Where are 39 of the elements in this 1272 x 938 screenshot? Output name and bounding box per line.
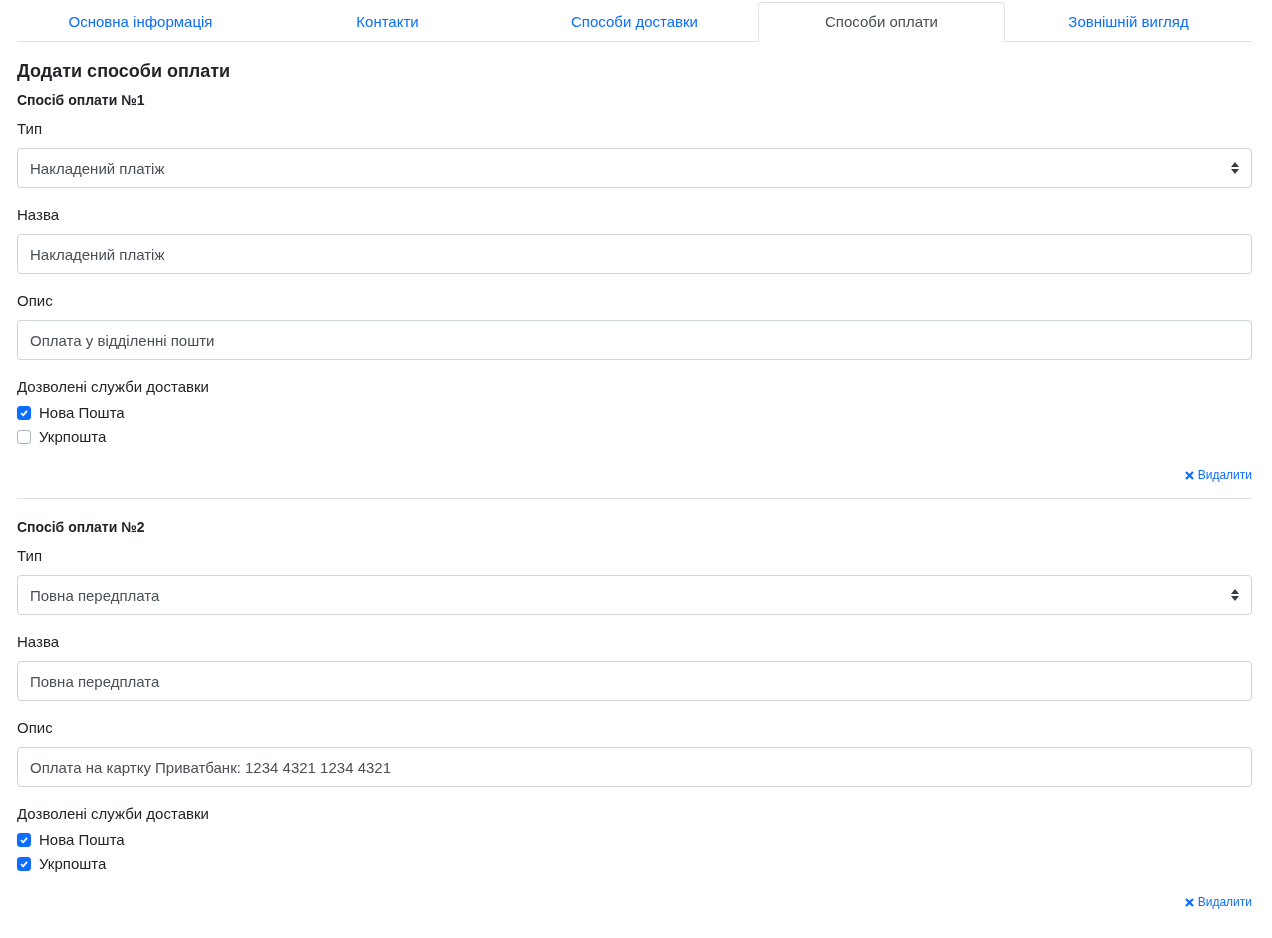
checkbox[interactable] <box>17 430 31 444</box>
method-title: Спосіб оплати №2 <box>17 518 146 537</box>
name-input[interactable]: Накладений платіж <box>17 234 1252 274</box>
field-label: Тип <box>17 119 43 139</box>
checkbox-label: Укрпошта <box>39 855 107 873</box>
checkbox[interactable] <box>17 406 31 420</box>
field-label: Дозволені служби доставки <box>17 377 210 397</box>
tab[interactable]: Контакти <box>264 2 511 42</box>
tab[interactable]: Зовнішній вигляд <box>1005 2 1252 42</box>
checkbox[interactable] <box>17 833 31 847</box>
field-label: Назва <box>17 632 61 652</box>
type-select[interactable]: Повна передплата <box>17 575 1252 615</box>
section-heading: Додати способи оплати <box>17 60 232 82</box>
tab[interactable]: Способи доставки <box>511 2 758 42</box>
field-label: Опис <box>17 291 54 311</box>
checkmark-icon <box>19 859 29 869</box>
field-label: Назва <box>17 205 61 225</box>
checkmark-icon <box>19 835 29 845</box>
close-icon <box>1184 897 1194 907</box>
field-label: Дозволені служби доставки <box>17 804 210 824</box>
delete-link[interactable]: Видалити <box>1184 895 1252 909</box>
tab[interactable]: Способи оплати <box>758 2 1005 42</box>
checkbox-label: Нова Пошта <box>39 404 125 422</box>
method-title: Спосіб оплати №1 <box>17 91 146 110</box>
sort-arrows-icon <box>1231 589 1239 601</box>
checkbox[interactable] <box>17 857 31 871</box>
checkbox-label: Нова Пошта <box>39 831 125 849</box>
checkmark-icon <box>19 408 29 418</box>
field-label: Опис <box>17 718 54 738</box>
sort-arrows-icon <box>1231 162 1239 174</box>
name-input[interactable]: Повна передплата <box>17 661 1252 701</box>
field-label: Тип <box>17 546 43 566</box>
type-select[interactable]: Накладений платіж <box>17 148 1252 188</box>
description-input[interactable]: Оплата на картку Приватбанк: 1234 4321 1234 4321 <box>17 747 1252 787</box>
delete-link[interactable]: Видалити <box>1184 468 1252 482</box>
description-input[interactable]: Оплата у відділенні пошти <box>17 320 1252 360</box>
close-icon <box>1184 470 1194 480</box>
tab[interactable]: Основна інформація <box>17 2 264 42</box>
checkbox-label: Укрпошта <box>39 428 107 446</box>
